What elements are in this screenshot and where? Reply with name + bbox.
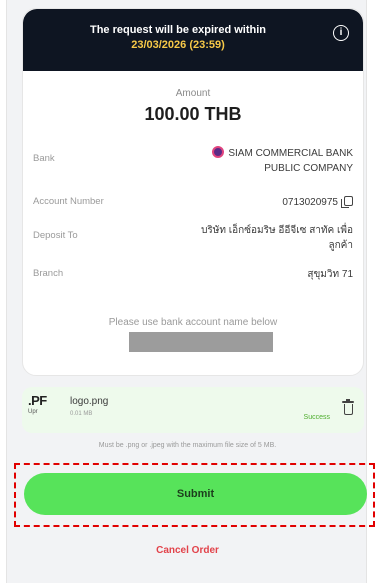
upload-hint: Must be .png or .jpeg with the maximum f…	[98, 442, 277, 449]
bank-value: SIAM COMMERCIAL BANK PUBLIC COMPANY	[183, 146, 353, 176]
expiry-message: The request will be expired within	[89, 24, 267, 36]
bank-label: Bank	[33, 153, 55, 164]
deposit-to-value: บริษัท เอ็กซ์อมริษ อีอีจีเซ สาทัค เพื่อล…	[201, 225, 353, 251]
amount-value: 100.00 THB	[144, 104, 242, 124]
branch-value: สุขุมวิท 71	[307, 269, 353, 280]
bank-logo-icon	[212, 146, 225, 158]
info-icon[interactable]: i	[333, 25, 349, 41]
account-name-redacted	[129, 332, 273, 352]
expiry-banner: The request will be expired within 23/03…	[23, 9, 363, 71]
branch-label: Branch	[33, 268, 64, 279]
thumbnail-caption: Upr	[28, 409, 38, 415]
amount-label: Amount	[175, 88, 211, 99]
account-number-value: 0713020975	[183, 195, 353, 210]
file-thumbnail: .PF Upr	[28, 394, 64, 424]
file-size: 0.01 MB	[70, 411, 93, 417]
payment-details-card: The request will be expired within 23/03…	[22, 8, 364, 376]
submit-button[interactable]: Submit	[24, 473, 367, 515]
expiry-text: The request will be expired within 23/03…	[53, 23, 303, 53]
thumbnail-logo-text: .PF	[28, 394, 47, 408]
bank-name: SIAM COMMERCIAL BANK PUBLIC COMPANY	[228, 148, 353, 174]
upload-status: Success	[303, 414, 330, 421]
expiry-deadline: 23/03/2026 (23:59)	[131, 39, 225, 51]
trash-icon[interactable]	[342, 399, 354, 416]
account-number: 0713020975	[282, 197, 338, 208]
copy-icon[interactable]	[341, 196, 353, 208]
deposit-to-label: Deposit To	[33, 230, 78, 241]
cancel-order-link[interactable]: Cancel Order	[0, 545, 375, 556]
file-name: logo.png	[70, 396, 109, 407]
uploaded-file-card: .PF Upr logo.png 0.01 MB Success	[22, 387, 364, 433]
account-name-notice: Please use bank account name below	[108, 317, 278, 328]
account-number-label: Account Number	[33, 196, 104, 207]
